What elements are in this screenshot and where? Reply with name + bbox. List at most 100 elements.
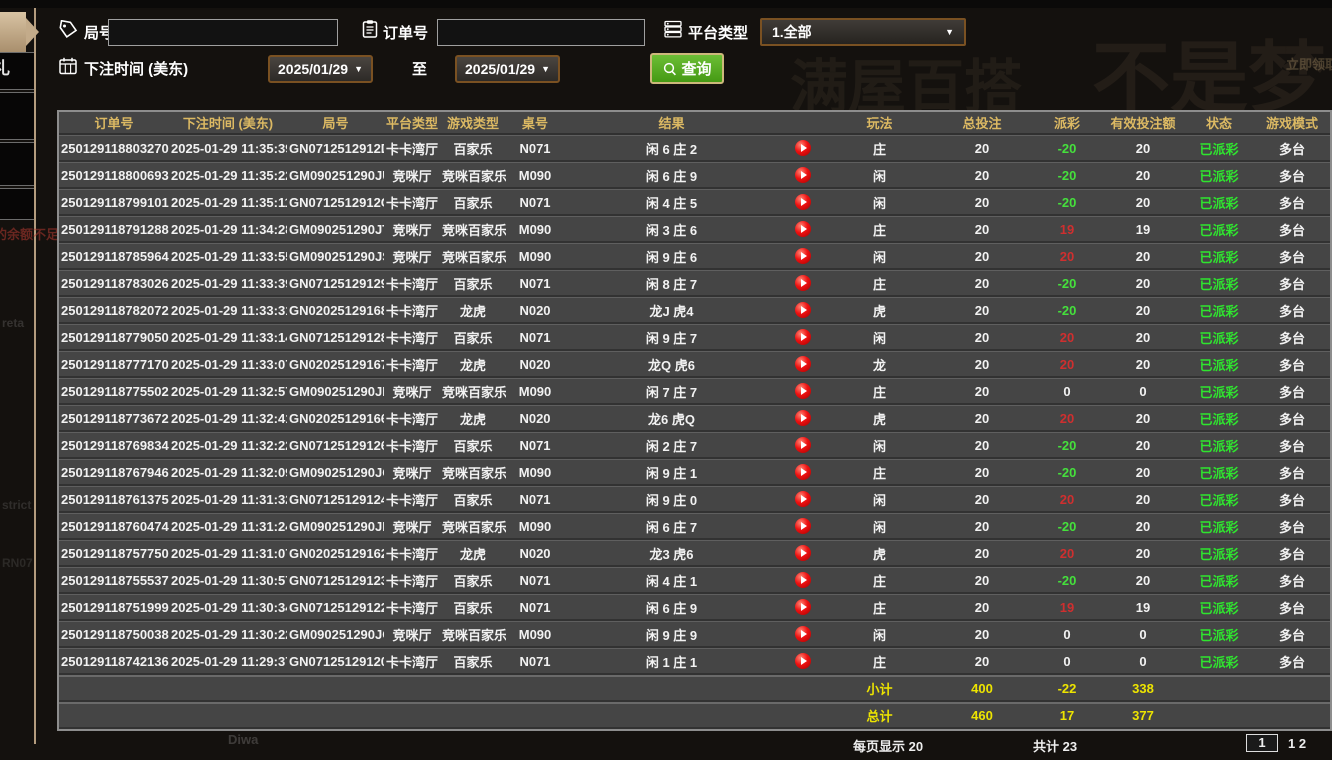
date-from-picker[interactable]: 2025/01/29 ▼	[268, 55, 373, 83]
status-cell: 已派彩	[1184, 567, 1254, 594]
play-icon[interactable]	[795, 464, 811, 480]
current-page-input[interactable]: 1	[1246, 734, 1278, 752]
play-icon[interactable]	[795, 194, 811, 210]
table-row: 2501291187679462025-01-29 11:32:09GM0902…	[59, 459, 1330, 486]
result-cell: 闲 6 庄 2	[564, 135, 779, 162]
date-to-picker[interactable]: 2025/01/29 ▼	[455, 55, 560, 83]
mode-cell: 多台	[1254, 324, 1330, 351]
payout-cell: -20	[1032, 432, 1102, 459]
play-icon[interactable]	[795, 167, 811, 183]
platform-cell: 卡卡湾厅	[384, 540, 440, 567]
per-page-label: 每页显示 20	[853, 736, 923, 755]
time-cell: 2025-01-29 11:29:37	[169, 648, 287, 675]
result-cell: 闲 3 庄 6	[564, 216, 779, 243]
time-cell: 2025-01-29 11:31:32	[169, 486, 287, 513]
query-button[interactable]: 查询	[650, 53, 724, 84]
play-icon[interactable]	[795, 626, 811, 642]
play-icon[interactable]	[795, 383, 811, 399]
result-cell: 闲 4 庄 5	[564, 189, 779, 216]
bet-on-cell: 庄	[827, 378, 932, 405]
replay-cell	[779, 540, 827, 567]
table-no-cell: M090	[506, 621, 564, 648]
platform-cell: 竞咪厅	[384, 459, 440, 486]
play-icon[interactable]	[795, 437, 811, 453]
result-cell: 闲 1 庄 1	[564, 648, 779, 675]
order-cell: 250129118773672	[59, 405, 169, 432]
replay-cell	[779, 270, 827, 297]
valid-cell: 20	[1102, 513, 1184, 540]
table-row: 2501291188032702025-01-29 11:35:39GN0712…	[59, 135, 1330, 162]
subtotal-valid-bet: 338	[1102, 675, 1184, 702]
mode-cell: 多台	[1254, 540, 1330, 567]
platform-type-select[interactable]: 1.全部 ▼	[760, 18, 966, 46]
chevron-down-icon: ▼	[541, 64, 550, 74]
valid-cell: 0	[1102, 378, 1184, 405]
round-number-input[interactable]	[108, 19, 338, 46]
table-row: 2501291187991012025-01-29 11:35:11GN0712…	[59, 189, 1330, 216]
bet-on-cell: 虎	[827, 297, 932, 324]
table-row: 2501291187698342025-01-29 11:32:22GN0712…	[59, 432, 1330, 459]
play-icon[interactable]	[795, 545, 811, 561]
play-icon[interactable]	[795, 221, 811, 237]
col-game-type: 游戏类型	[440, 112, 506, 135]
play-icon[interactable]	[795, 599, 811, 615]
total-cell: 20	[932, 324, 1032, 351]
result-cell: 龙Q 虎6	[564, 351, 779, 378]
replay-cell	[779, 648, 827, 675]
order-cell: 250129118750038	[59, 621, 169, 648]
status-cell: 已派彩	[1184, 648, 1254, 675]
sidebar-menu-item[interactable]	[0, 92, 34, 140]
play-icon[interactable]	[795, 140, 811, 156]
platform-cell: 卡卡湾厅	[384, 486, 440, 513]
order-cell: 250129118782072	[59, 297, 169, 324]
play-icon[interactable]	[795, 329, 811, 345]
total-cell: 20	[932, 405, 1032, 432]
bet-on-cell: 闲	[827, 432, 932, 459]
time-cell: 2025-01-29 11:32:41	[169, 405, 287, 432]
pagination-bar: 每页显示 20 共计 23 1 1 2	[0, 736, 1332, 760]
play-icon[interactable]	[795, 653, 811, 669]
valid-cell: 20	[1102, 405, 1184, 432]
time-cell: 2025-01-29 11:32:09	[169, 459, 287, 486]
play-icon[interactable]	[795, 410, 811, 426]
total-count-label: 共计 23	[1033, 736, 1077, 755]
total-cell: 20	[932, 432, 1032, 459]
replay-cell	[779, 513, 827, 540]
total-cell: 20	[932, 648, 1032, 675]
play-icon[interactable]	[795, 491, 811, 507]
mode-cell: 多台	[1254, 432, 1330, 459]
sidebar-menu-item[interactable]	[0, 142, 34, 186]
platform-cell: 卡卡湾厅	[384, 297, 440, 324]
total-cell: 20	[932, 270, 1032, 297]
play-icon[interactable]	[795, 356, 811, 372]
bet-on-cell: 庄	[827, 270, 932, 297]
sidebar-active-tab[interactable]	[0, 12, 26, 52]
col-replay	[779, 112, 827, 135]
play-icon[interactable]	[795, 572, 811, 588]
game-cell: 百家乐	[440, 432, 506, 459]
play-icon[interactable]	[795, 275, 811, 291]
bet-time-label: 下注时间 (美东)	[84, 58, 188, 79]
round-cell: GN0712512912C	[287, 189, 384, 216]
round-cell: GN02025129167	[287, 351, 384, 378]
status-cell: 已派彩	[1184, 405, 1254, 432]
bet-on-cell: 闲	[827, 486, 932, 513]
play-icon[interactable]	[795, 248, 811, 264]
chevron-down-icon: ▼	[354, 64, 363, 74]
play-icon[interactable]	[795, 518, 811, 534]
platform-cell: 竞咪厅	[384, 621, 440, 648]
game-cell: 百家乐	[440, 567, 506, 594]
sidebar-menu-item[interactable]	[0, 188, 34, 220]
status-cell: 已派彩	[1184, 432, 1254, 459]
play-icon[interactable]	[795, 302, 811, 318]
server-list-icon	[663, 19, 683, 39]
result-cell: 闲 6 庄 7	[564, 513, 779, 540]
valid-cell: 19	[1102, 594, 1184, 621]
calendar-icon	[58, 56, 78, 76]
payout-cell: 20	[1032, 243, 1102, 270]
order-number-input[interactable]	[437, 19, 645, 46]
sidebar-menu-item[interactable]	[0, 52, 34, 90]
round-cell: GN07125129126	[287, 432, 384, 459]
game-cell: 竞咪百家乐	[440, 162, 506, 189]
platform-cell: 卡卡湾厅	[384, 648, 440, 675]
